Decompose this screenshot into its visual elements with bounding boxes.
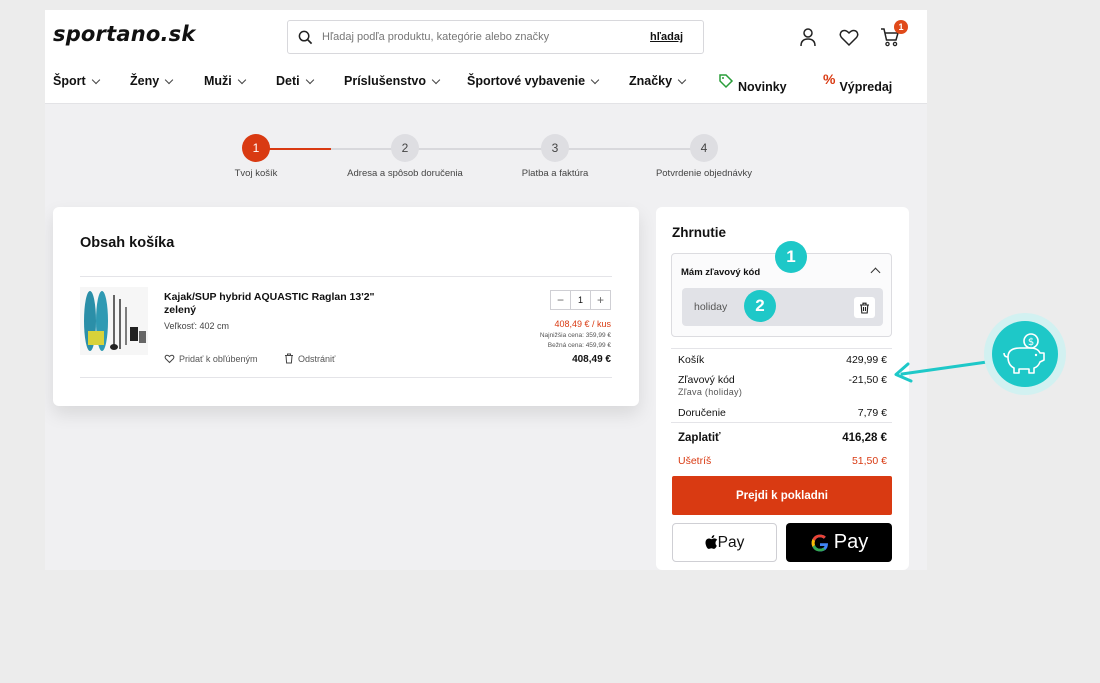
nav-item-brands[interactable]: Značky bbox=[629, 74, 687, 88]
percent-icon: % bbox=[823, 71, 836, 87]
divider bbox=[671, 348, 892, 349]
cart-count-badge: 1 bbox=[894, 20, 908, 34]
search-button[interactable]: hľadaj bbox=[650, 31, 683, 43]
chevron-down-icon bbox=[237, 75, 247, 84]
svg-text:$: $ bbox=[1028, 337, 1034, 348]
step-4-label: Potvrdenie objednávky bbox=[655, 168, 753, 179]
cart-title: Obsah košíka bbox=[80, 235, 175, 251]
chevron-down-icon bbox=[431, 75, 441, 84]
regular-price: Bežná cena: 459,99 € bbox=[547, 342, 611, 349]
google-pay-button[interactable]: Pay bbox=[786, 523, 892, 562]
apple-pay-button[interactable]: Pay bbox=[672, 523, 777, 562]
nav-item-women[interactable]: Ženy bbox=[130, 74, 174, 88]
piggy-bank-icon: $ bbox=[992, 321, 1058, 387]
chevron-down-icon bbox=[164, 75, 174, 84]
tag-icon bbox=[719, 74, 734, 89]
coupon-toggle[interactable]: Mám zľavový kód bbox=[681, 267, 760, 278]
nav-item-men[interactable]: Muži bbox=[204, 74, 247, 88]
step-2-circle: 2 bbox=[391, 134, 419, 162]
lowest-price: Najnižšia cena: 359,99 € bbox=[539, 332, 611, 339]
divider bbox=[80, 377, 612, 378]
chevron-down-icon bbox=[677, 75, 687, 84]
page: sportano.sk hľadaj 1 Šport Ženy Muži Det… bbox=[45, 10, 927, 570]
nav-item-sport[interactable]: Šport bbox=[53, 74, 100, 88]
step-3-label: Platba a faktúra bbox=[521, 168, 589, 179]
step-4-circle: 4 bbox=[690, 134, 718, 162]
add-to-favorites-link[interactable]: Pridať k obľúbeným bbox=[164, 353, 258, 364]
unit-price: 408,49 € / kus bbox=[554, 319, 611, 329]
nav-item-kids[interactable]: Deti bbox=[276, 74, 314, 88]
increase-quantity-button[interactable]: + bbox=[591, 293, 610, 307]
discount-row: Zľavový kód -21,50 € bbox=[678, 374, 887, 386]
chevron-down-icon bbox=[590, 75, 600, 84]
quantity-stepper: − 1 + bbox=[550, 290, 611, 310]
search-input[interactable] bbox=[322, 31, 651, 43]
step-2-label: Adresa a spôsob doručenia bbox=[347, 168, 463, 179]
chevron-up-icon[interactable] bbox=[870, 267, 881, 278]
remove-coupon-button[interactable] bbox=[854, 297, 875, 318]
nav-item-new[interactable]: Novinky bbox=[718, 68, 787, 94]
nav-item-sport-equipment[interactable]: Športové vybavenie bbox=[467, 74, 600, 88]
divider bbox=[80, 276, 612, 277]
step-3-circle: 3 bbox=[541, 134, 569, 162]
remove-link[interactable]: Odstrániť bbox=[284, 353, 335, 364]
product-image[interactable] bbox=[80, 287, 148, 355]
nav-item-accessories[interactable]: Príslušenstvo bbox=[344, 74, 441, 88]
discount-detail: Zľava (holiday) bbox=[678, 387, 743, 397]
product-name[interactable]: Kajak/SUP hybrid AQUASTIC Raglan 13'2" z… bbox=[164, 291, 379, 317]
site-header: sportano.sk hľadaj 1 Šport Ženy Muži Det… bbox=[45, 10, 927, 104]
step-line bbox=[331, 148, 700, 150]
coupon-code-value: holiday bbox=[694, 301, 728, 313]
decrease-quantity-button[interactable]: − bbox=[551, 293, 570, 307]
chevron-down-icon bbox=[91, 75, 100, 84]
search-bar: hľadaj bbox=[287, 20, 704, 54]
product-size: Veľkosť: 402 cm bbox=[164, 321, 230, 331]
site-logo[interactable]: sportano.sk bbox=[53, 22, 196, 46]
cart-contents-card: Obsah košíka Kajak/SUP hybrid AQUASTIC R… bbox=[53, 207, 639, 406]
nav-item-sale[interactable]: % Výpredaj bbox=[823, 68, 892, 94]
delivery-row: Doručenie 7,79 € bbox=[678, 407, 887, 419]
heart-icon[interactable] bbox=[838, 26, 860, 48]
coupon-field[interactable]: holiday bbox=[682, 288, 883, 326]
annotation-badge-1: 1 bbox=[775, 241, 807, 273]
cart-subtotal-row: Košík 429,99 € bbox=[678, 354, 887, 366]
step-1-label: Tvoj košík bbox=[234, 168, 278, 179]
divider bbox=[671, 422, 892, 423]
product-total: 408,49 € bbox=[572, 354, 611, 365]
search-icon bbox=[288, 21, 322, 53]
heart-icon bbox=[164, 354, 175, 364]
trash-icon bbox=[285, 353, 293, 364]
total-row: Zaplatiť 416,28 € bbox=[678, 432, 887, 444]
step-1-circle: 1 bbox=[242, 134, 270, 162]
main-nav: Šport Ženy Muži Deti Príslušenstvo Šport… bbox=[53, 71, 923, 94]
chevron-down-icon bbox=[305, 75, 314, 84]
summary-title: Zhrnutie bbox=[672, 225, 726, 240]
apple-icon bbox=[705, 535, 717, 549]
trash-icon bbox=[860, 302, 869, 314]
quantity-value[interactable]: 1 bbox=[570, 291, 591, 309]
google-g-icon bbox=[811, 534, 828, 551]
savings-row: Ušetríš 51,50 € bbox=[678, 455, 887, 467]
checkout-button[interactable]: Prejdi k pokladni bbox=[672, 476, 892, 515]
annotation-badge-2: 2 bbox=[744, 290, 776, 322]
account-icon[interactable] bbox=[797, 26, 819, 48]
